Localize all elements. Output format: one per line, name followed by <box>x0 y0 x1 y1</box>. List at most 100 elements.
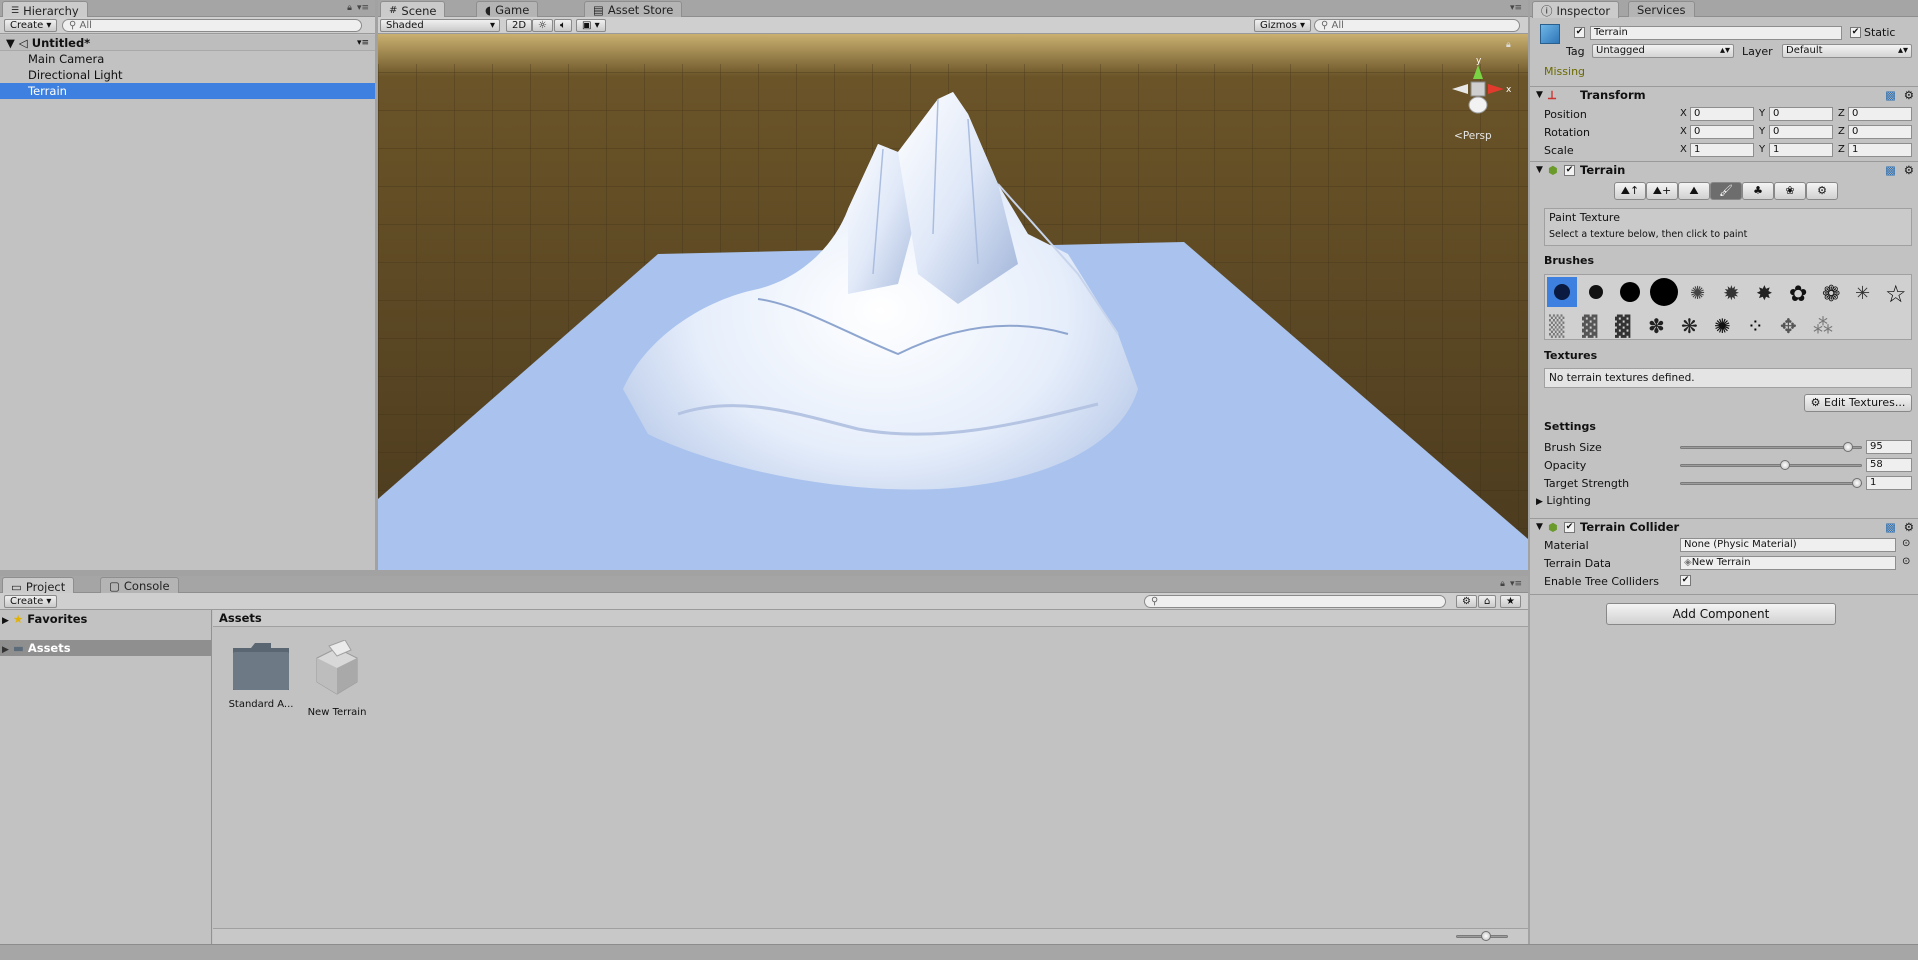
foldout-arrow-icon[interactable]: ▶ <box>1536 497 1543 507</box>
opacity-slider-knob[interactable] <box>1779 460 1790 470</box>
rotation-z-field[interactable]: 0 <box>1848 125 1912 139</box>
tab-asset-store[interactable]: ▤ Asset Store <box>584 1 683 17</box>
help-book-icon[interactable]: ▩ <box>1885 162 1896 179</box>
component-gear-icon[interactable]: ⚙ <box>1904 87 1914 104</box>
terrain-settings-icon[interactable]: ⚙ <box>1806 182 1838 200</box>
expand-arrow-icon[interactable]: ▼ <box>6 36 15 50</box>
project-search-input[interactable]: ⚲ <box>1144 595 1446 608</box>
gizmos-dropdown[interactable]: Gizmos ▾ <box>1254 19 1312 32</box>
terrain-enabled-checkbox[interactable]: ✔ <box>1564 165 1575 176</box>
opacity-slider[interactable] <box>1680 464 1862 467</box>
position-z-field[interactable]: 0 <box>1848 107 1912 121</box>
filter-by-label-icon[interactable]: ⌂ <box>1478 595 1497 608</box>
tab-services[interactable]: Services <box>1628 1 1695 17</box>
brush-hard-large <box>1650 278 1678 306</box>
help-book-icon[interactable]: ▩ <box>1885 87 1896 104</box>
shading-mode-dropdown[interactable]: Shaded ▾ <box>380 19 500 32</box>
scene-root-row[interactable]: ▼ ◁ Untitled* ▾≡ <box>0 35 375 51</box>
smooth-height-icon[interactable]: ⛰ <box>1678 182 1710 200</box>
tab-console[interactable]: ▢ Console <box>100 577 179 593</box>
position-x-field[interactable]: 0 <box>1690 107 1754 121</box>
place-trees-icon[interactable]: ♣ <box>1742 182 1774 200</box>
tag-dropdown[interactable]: Untagged ▴▾ <box>1592 44 1734 58</box>
target-strength-field[interactable]: 1 <box>1866 476 1912 490</box>
foldout-arrow-icon[interactable]: ▼ <box>1536 87 1543 104</box>
collider-enabled-checkbox[interactable]: ✔ <box>1564 522 1575 533</box>
scene-menu-icon[interactable]: ▾≡ <box>357 35 369 51</box>
tab-game[interactable]: ◖ Game <box>476 1 539 17</box>
terrain-data-field[interactable]: ◈New Terrain <box>1680 556 1896 570</box>
material-field[interactable]: None (Physic Material) <box>1680 538 1896 552</box>
icon-size-slider-knob[interactable] <box>1481 931 1491 941</box>
rotation-x-field[interactable]: 0 <box>1690 125 1754 139</box>
scene-toolbar: Shaded ▾ 2D ☼ 🔈︎ ▣ ▾ Gizmos ▾ ⚲ All <box>378 17 1528 34</box>
rotation-y-field[interactable]: 0 <box>1769 125 1833 139</box>
scene-viewport[interactable]: y x 🔒︎ <Persp <box>378 34 1528 570</box>
assets-folder-item[interactable]: ▶ ▬ Assets <box>0 640 211 656</box>
hierarchy-item-terrain[interactable]: Terrain <box>0 83 375 99</box>
expand-arrow-icon[interactable]: ▶ <box>2 645 9 655</box>
scale-z-field[interactable]: 1 <box>1848 143 1912 157</box>
active-checkbox[interactable]: ✔ <box>1574 27 1585 38</box>
asset-item-standard-assets[interactable]: Standard A... <box>221 640 301 710</box>
static-checkbox[interactable]: ✔ <box>1850 27 1861 38</box>
menu-icon[interactable]: ▾≡ <box>1510 3 1522 13</box>
favorites-item[interactable]: ▶ ★ Favorites <box>2 610 87 628</box>
add-component-button[interactable]: Add Component <box>1606 603 1836 625</box>
scale-y-field[interactable]: 1 <box>1769 143 1833 157</box>
brush-size-field[interactable]: 95 <box>1866 440 1912 454</box>
opacity-field[interactable]: 58 <box>1866 458 1912 472</box>
lighting-foldout[interactable]: ▶ Lighting <box>1536 494 1918 507</box>
raise-lower-terrain-icon[interactable]: ⛰↑ <box>1614 182 1646 200</box>
hierarchy-create-button[interactable]: Create ▾ <box>4 19 58 32</box>
filter-by-type-icon[interactable]: ⚙ <box>1456 595 1477 608</box>
expand-arrow-icon[interactable]: ▶ <box>2 616 9 626</box>
projection-label[interactable]: <Persp <box>1454 130 1492 142</box>
lock-icon[interactable]: 🔒︎ <box>1500 579 1505 589</box>
asset-item-new-terrain[interactable]: New Terrain <box>297 639 377 718</box>
scene-search-input[interactable]: ⚲ All <box>1314 19 1520 32</box>
audio-toggle-icon[interactable]: 🔈︎ <box>554 19 572 32</box>
tree-colliders-checkbox[interactable]: ✔ <box>1680 575 1691 586</box>
target-strength-slider[interactable] <box>1680 482 1862 485</box>
help-book-icon[interactable]: ▩ <box>1885 519 1896 536</box>
component-gear-icon[interactable]: ⚙ <box>1904 519 1914 536</box>
foldout-arrow-icon[interactable]: ▼ <box>1536 519 1543 536</box>
lighting-toggle-icon[interactable]: ☼ <box>532 19 553 32</box>
position-y-field[interactable]: 0 <box>1769 107 1833 121</box>
object-picker-icon[interactable]: ⊙ <box>1902 538 1910 549</box>
tab-inspector[interactable]: ⓘ Inspector <box>1532 1 1620 18</box>
menu-icon[interactable]: ▾≡ <box>1510 579 1522 589</box>
terrain-component-header[interactable]: ▼ ⬢ ✔ Terrain ▩ ⚙ <box>1530 161 1918 179</box>
texture-list-box: No terrain textures defined. <box>1544 368 1912 388</box>
toggle-2d-button[interactable]: 2D <box>506 19 533 32</box>
hierarchy-item-directional-light[interactable]: Directional Light <box>0 67 375 83</box>
transform-header[interactable]: ▼ ⟂ Transform ▩ ⚙ <box>1530 86 1918 104</box>
favorite-star-icon[interactable]: ★ <box>1500 595 1521 608</box>
brush-size-slider[interactable] <box>1680 446 1862 449</box>
foldout-arrow-icon[interactable]: ▼ <box>1536 162 1543 179</box>
menu-icon[interactable]: ▾≡ <box>357 3 369 13</box>
paint-height-icon[interactable]: ⛰+ <box>1646 182 1678 200</box>
paint-texture-icon[interactable]: 🖌︎ <box>1710 182 1742 200</box>
effects-toggle-icon[interactable]: ▣ ▾ <box>576 19 606 32</box>
terrain-data-icon: ◈ <box>1684 557 1692 568</box>
object-picker-icon[interactable]: ⊙ <box>1902 556 1910 567</box>
component-gear-icon[interactable]: ⚙ <box>1904 162 1914 179</box>
paint-details-icon[interactable]: ❀ <box>1774 182 1806 200</box>
hierarchy-search-input[interactable]: ⚲ All <box>62 19 362 32</box>
gizmo-lock-icon[interactable]: 🔒︎ <box>1506 40 1511 50</box>
edit-textures-button[interactable]: ⚙ Edit Textures... <box>1804 394 1912 412</box>
project-create-button[interactable]: Create ▾ <box>4 595 58 608</box>
hierarchy-item-main-camera[interactable]: Main Camera <box>0 51 375 67</box>
terrain-collider-header[interactable]: ▼ ⬢ ✔ Terrain Collider ▩ ⚙ <box>1530 518 1918 536</box>
tab-project[interactable]: ▭ Project <box>2 577 75 594</box>
layer-dropdown[interactable]: Default ▴▾ <box>1782 44 1912 58</box>
project-tabbar: ▭ Project ▢ Console 🔒︎ ▾≡ <box>0 576 1528 594</box>
tab-scene[interactable]: # Scene <box>380 1 446 18</box>
scale-x-field[interactable]: 1 <box>1690 143 1754 157</box>
object-name-field[interactable]: Terrain <box>1590 26 1842 40</box>
target-strength-slider-knob[interactable] <box>1852 478 1862 488</box>
tab-hierarchy[interactable]: ☰ Hierarchy <box>2 1 88 18</box>
lock-icon[interactable]: 🔒︎ <box>347 3 352 13</box>
